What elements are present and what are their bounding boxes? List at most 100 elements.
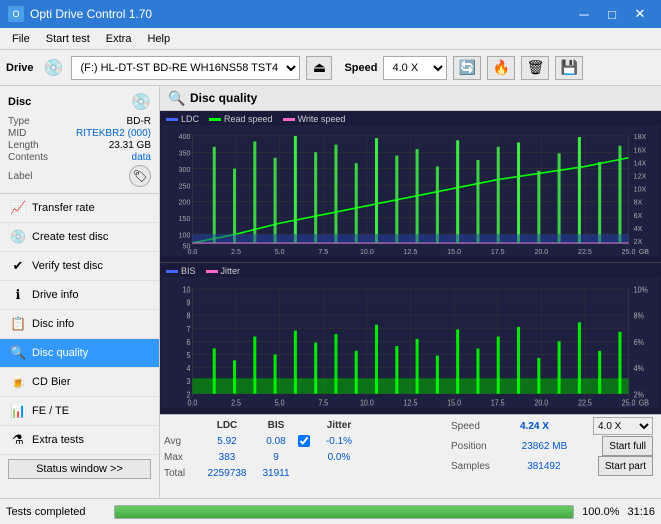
bis-color — [166, 270, 178, 273]
disc-contents-row: Contents data — [8, 152, 151, 163]
total-ldc: 2259738 — [200, 468, 254, 479]
sidebar-item-drive-info[interactable]: ℹ Drive info — [0, 281, 159, 310]
disc-quality-icon: 🔍 — [10, 345, 26, 361]
chart1-area: LDC Read speed Write speed — [160, 111, 661, 263]
total-label: Total — [164, 468, 200, 479]
jitter-color — [206, 270, 218, 273]
burn-button[interactable]: 🔥 — [487, 56, 515, 80]
maximize-button[interactable]: □ — [599, 4, 625, 24]
svg-text:10%: 10% — [634, 285, 648, 295]
sidebar-item-verify-test-disc[interactable]: ✔ Verify test disc — [0, 252, 159, 281]
disc-mid-row: MID RITEKBR2 (000) — [8, 128, 151, 139]
save-button[interactable]: 💾 — [555, 56, 583, 80]
main-area: Disc 💿 Type BD-R MID RITEKBR2 (000) Leng… — [0, 86, 661, 498]
svg-text:20.0: 20.0 — [534, 398, 548, 408]
extra-tests-label: Extra tests — [32, 434, 84, 446]
svg-text:0.0: 0.0 — [188, 247, 198, 256]
menu-help[interactable]: Help — [139, 31, 178, 47]
svg-text:10X: 10X — [634, 184, 647, 193]
chart2-legend: BIS Jitter — [162, 265, 659, 277]
toolbar: Drive 💿 (F:) HL-DT-ST BD-RE WH16NS58 TST… — [0, 50, 661, 86]
menu-file[interactable]: File — [4, 31, 38, 47]
disc-icon[interactable]: 💿 — [131, 92, 151, 112]
stats-max-row: Max 383 9 0.0% — [164, 449, 447, 465]
svg-text:GB: GB — [639, 398, 649, 408]
svg-text:6: 6 — [186, 337, 190, 347]
chart1-legend: LDC Read speed Write speed — [162, 113, 659, 125]
svg-text:200: 200 — [179, 197, 191, 206]
drive-select[interactable]: (F:) HL-DT-ST BD-RE WH16NS58 TST4 — [71, 56, 300, 80]
sidebar-item-disc-info[interactable]: 📋 Disc info — [0, 310, 159, 339]
disc-quality-label: Disc quality — [32, 347, 88, 359]
menu-extra[interactable]: Extra — [98, 31, 140, 47]
jitter-label: Jitter — [221, 266, 241, 276]
jitter-header: Jitter — [314, 420, 364, 431]
legend-jitter: Jitter — [206, 266, 241, 276]
svg-text:12.5: 12.5 — [404, 247, 418, 256]
sidebar-item-cd-bier[interactable]: 🍺 CD Bier — [0, 368, 159, 397]
bottom-bar: Tests completed 100.0% 31:16 — [0, 498, 661, 524]
erase-button[interactable]: 🗑 — [521, 56, 549, 80]
position-row: Position 23862 MB Start full — [451, 437, 653, 455]
sidebar-item-create-test-disc[interactable]: 💿 Create test disc — [0, 223, 159, 252]
disc-panel: Disc 💿 Type BD-R MID RITEKBR2 (000) Leng… — [0, 86, 159, 194]
cd-bier-icon: 🍺 — [10, 374, 26, 390]
speed-stat-label: Speed — [451, 421, 480, 432]
drive-info-label: Drive info — [32, 289, 78, 301]
svg-text:18X: 18X — [634, 132, 647, 141]
sidebar-item-disc-quality[interactable]: 🔍 Disc quality — [0, 339, 159, 368]
label-edit-button[interactable]: 🏷 — [129, 165, 151, 187]
content-area: 🔍 Disc quality LDC Read speed — [160, 86, 661, 498]
svg-text:22.5: 22.5 — [578, 247, 592, 256]
avg-ldc: 5.92 — [200, 436, 254, 447]
speed-select[interactable]: 4.0 X 1.0 X 2.0 X 6.0 X 8.0 X — [383, 56, 447, 80]
read-speed-label: Read speed — [224, 114, 273, 124]
svg-text:12X: 12X — [634, 171, 647, 180]
speed-stat-value: 4.24 X — [520, 421, 549, 432]
verify-test-disc-label: Verify test disc — [32, 260, 103, 272]
sidebar-item-extra-tests[interactable]: ⚗ Extra tests — [0, 426, 159, 455]
sidebar: Disc 💿 Type BD-R MID RITEKBR2 (000) Leng… — [0, 86, 160, 498]
status-window-button[interactable]: Status window >> — [8, 459, 151, 479]
disc-info-label: Disc info — [32, 318, 74, 330]
svg-text:15.0: 15.0 — [447, 398, 461, 408]
svg-text:5.0: 5.0 — [275, 247, 285, 256]
start-full-button[interactable]: Start full — [602, 436, 653, 456]
svg-text:4X: 4X — [634, 224, 643, 233]
chart2-area: BIS Jitter — [160, 263, 661, 414]
svg-text:0.0: 0.0 — [187, 398, 197, 408]
write-speed-color — [283, 118, 295, 121]
sidebar-item-fe-te[interactable]: 📊 FE / TE — [0, 397, 159, 426]
svg-text:12.5: 12.5 — [404, 398, 418, 408]
ldc-label: LDC — [181, 114, 199, 124]
samples-value: 381492 — [527, 461, 560, 472]
jitter-checkbox[interactable] — [298, 435, 310, 447]
samples-row: Samples 381492 Start part — [451, 457, 653, 475]
svg-text:250: 250 — [179, 181, 191, 190]
speed-label: Speed — [344, 62, 377, 74]
speed-stat-select[interactable]: 4.0 X — [593, 417, 653, 435]
start-part-button[interactable]: Start part — [598, 456, 653, 476]
title-bar: O Opti Drive Control 1.70 ─ □ ✕ — [0, 0, 661, 28]
charts-container: LDC Read speed Write speed — [160, 111, 661, 414]
disc-panel-title: Disc — [8, 96, 31, 108]
verify-test-disc-icon: ✔ — [10, 258, 26, 274]
max-label: Max — [164, 452, 200, 463]
refresh-button[interactable]: 🔄 — [453, 56, 481, 80]
drive-label: Drive — [6, 62, 34, 74]
svg-text:20.0: 20.0 — [534, 247, 548, 256]
content-header-title: Disc quality — [190, 91, 257, 105]
menu-start-test[interactable]: Start test — [38, 31, 98, 47]
svg-text:16X: 16X — [634, 145, 647, 154]
progress-text: 100.0% — [582, 506, 619, 518]
disc-label-row: Label 🏷 — [8, 165, 151, 187]
stats-total-row: Total 2259738 31911 — [164, 465, 447, 481]
minimize-button[interactable]: ─ — [571, 4, 597, 24]
eject-button[interactable]: ⏏ — [306, 56, 332, 80]
sidebar-item-transfer-rate[interactable]: 📈 Transfer rate — [0, 194, 159, 223]
total-bis: 31911 — [254, 468, 298, 479]
label-label: Label — [8, 171, 32, 182]
svg-text:25.0: 25.0 — [622, 398, 636, 408]
svg-text:8X: 8X — [634, 197, 643, 206]
close-button[interactable]: ✕ — [627, 4, 653, 24]
